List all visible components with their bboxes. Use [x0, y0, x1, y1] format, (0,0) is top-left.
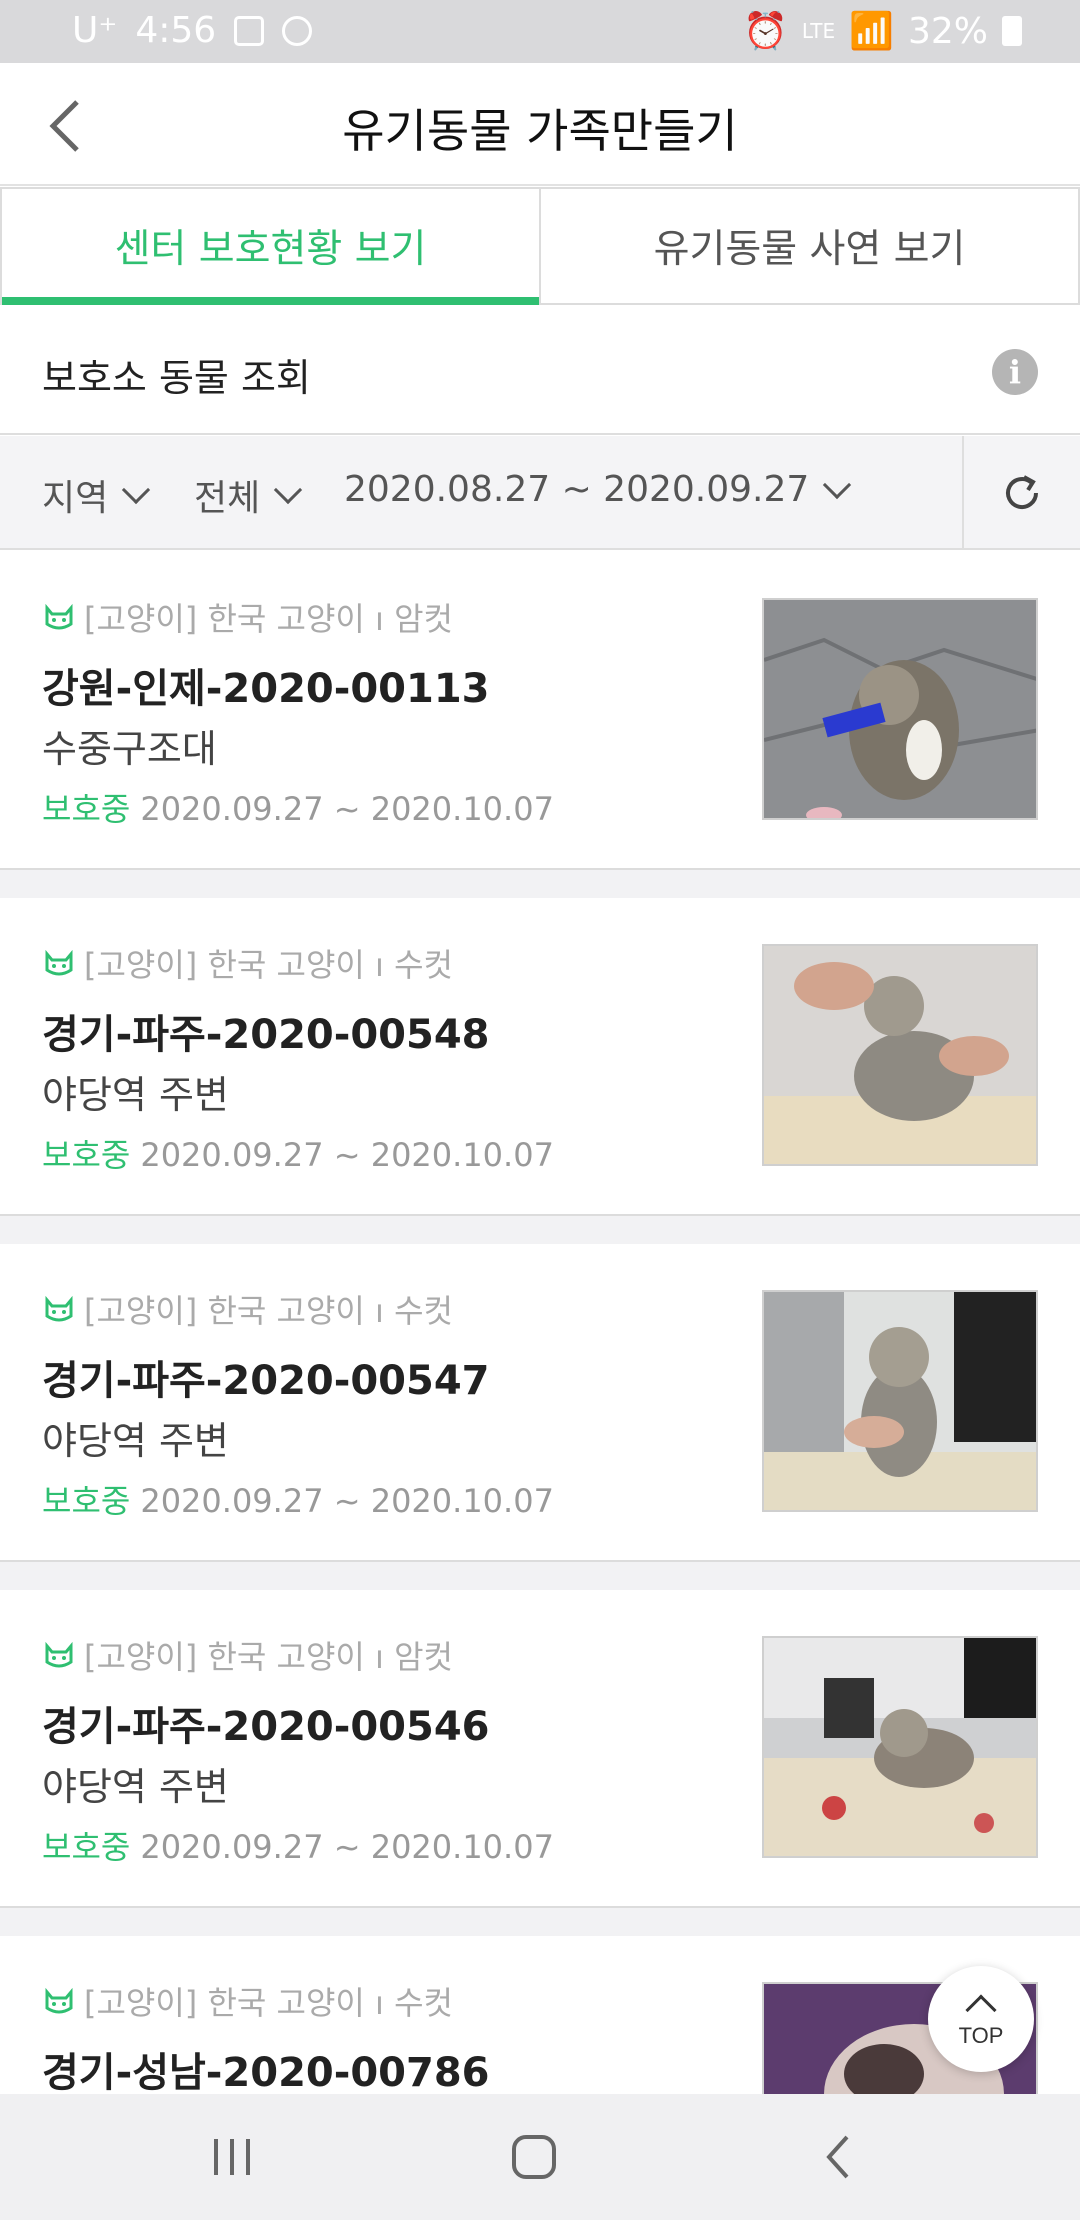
- divider: [0, 870, 1080, 898]
- chevron-up-icon: [965, 1994, 997, 2026]
- system-nav-bar: [0, 2094, 1080, 2220]
- tab-bar: 센터 보호현황 보기 유기동물 사연 보기: [0, 187, 1080, 305]
- animal-list: [고양이] 한국 고양이 ı 암컷 강원-인제-2020-00113 수중구조대…: [0, 552, 1080, 2220]
- animal-meta-text: [고양이] 한국 고양이 ı 수컷: [84, 946, 453, 984]
- region-filter[interactable]: 지역: [42, 469, 151, 521]
- date-range-label: 2020.08.27 ~ 2020.09.27: [344, 469, 810, 510]
- page-title: 유기동물 가족만들기: [342, 104, 738, 158]
- case-number: 경기-성남-2020-00786: [42, 2050, 490, 2096]
- notification-icon: [234, 15, 265, 46]
- alarm-icon: ⏰: [743, 11, 788, 52]
- protection-period: 보호중 2020.09.27 ~ 2020.10.07: [42, 1476, 554, 1522]
- list-item[interactable]: [고양이] 한국 고양이 ı 암컷 경기-파주-2020-00546 야당역 주…: [0, 1590, 1080, 1908]
- refresh-icon: [1006, 475, 1038, 509]
- period-text: 2020.09.27 ~ 2020.10.07: [140, 790, 554, 828]
- cat-icon: [45, 1641, 73, 1668]
- type-filter-label: 전체: [194, 478, 261, 519]
- animal-meta: [고양이] 한국 고양이 ı 수컷: [42, 1286, 453, 1332]
- scroll-top-button[interactable]: TOP: [928, 1966, 1034, 2072]
- status-badge: 보호중: [42, 790, 131, 828]
- filter-bar: 지역 전체 2020.08.27 ~ 2020.09.27: [0, 436, 1080, 550]
- found-place: 야당역 주변: [42, 1073, 229, 1117]
- type-filter[interactable]: 전체: [194, 469, 303, 521]
- animal-meta-text: [고양이] 한국 고양이 ı 수컷: [84, 1292, 453, 1330]
- chevron-down-icon: [823, 470, 852, 499]
- animal-photo: [762, 598, 1038, 820]
- date-range-filter[interactable]: 2020.08.27 ~ 2020.09.27: [344, 469, 852, 510]
- period-text: 2020.09.27 ~ 2020.10.07: [140, 1828, 554, 1866]
- tab-center-status[interactable]: 센터 보호현황 보기: [0, 187, 539, 305]
- section-header: 보호소 동물 조회 i: [0, 305, 1080, 435]
- case-number: 경기-파주-2020-00547: [42, 1358, 490, 1404]
- back-nav-button[interactable]: [798, 2124, 878, 2190]
- home-icon: [512, 2135, 556, 2179]
- list-item[interactable]: [고양이] 한국 고양이 ı 수컷 경기-파주-2020-00547 야당역 주…: [0, 1244, 1080, 1562]
- status-badge: 보호중: [42, 1828, 131, 1866]
- animal-meta-text: [고양이] 한국 고양이 ı 수컷: [84, 1984, 453, 2022]
- carrier-label: U⁺: [72, 10, 118, 51]
- divider: [0, 1216, 1080, 1244]
- found-place: 수중구조대: [42, 727, 217, 771]
- list-item[interactable]: [고양이] 한국 고양이 ı 수컷 경기-파주-2020-00548 야당역 주…: [0, 898, 1080, 1216]
- animal-meta: [고양이] 한국 고양이 ı 수컷: [42, 940, 453, 986]
- protection-period: 보호중 2020.09.27 ~ 2020.10.07: [42, 1130, 554, 1176]
- cat-icon: [45, 1295, 73, 1322]
- protection-period: 보호중 2020.09.27 ~ 2020.10.07: [42, 784, 554, 830]
- sync-icon: [282, 15, 313, 46]
- divider: [0, 1908, 1080, 1936]
- recent-apps-icon: [214, 2139, 250, 2175]
- period-text: 2020.09.27 ~ 2020.10.07: [140, 1482, 554, 1520]
- found-place: 야당역 주변: [42, 1419, 229, 1463]
- section-title: 보호소 동물 조회: [42, 356, 311, 400]
- signal-icon: 📶: [849, 11, 894, 52]
- cat-icon: [45, 603, 73, 630]
- back-icon: [826, 2135, 849, 2179]
- info-icon[interactable]: i: [992, 349, 1038, 395]
- animal-photo: [762, 1636, 1038, 1858]
- animal-meta: [고양이] 한국 고양이 ı 암컷: [42, 594, 453, 640]
- status-bar: U⁺ 4:56 ⏰ LTE 📶 32%: [0, 0, 1080, 63]
- cat-icon: [45, 949, 73, 976]
- animal-meta: [고양이] 한국 고양이 ı 수컷: [42, 1978, 453, 2024]
- list-item[interactable]: [고양이] 한국 고양이 ı 암컷 강원-인제-2020-00113 수중구조대…: [0, 552, 1080, 870]
- region-filter-label: 지역: [42, 478, 109, 519]
- found-place: 야당역 주변: [42, 1765, 229, 1809]
- animal-meta: [고양이] 한국 고양이 ı 암컷: [42, 1632, 453, 1678]
- status-badge: 보호중: [42, 1482, 131, 1520]
- app-header: 유기동물 가족만들기: [0, 63, 1080, 186]
- case-number: 강원-인제-2020-00113: [42, 666, 490, 712]
- tab-animal-stories[interactable]: 유기동물 사연 보기: [539, 187, 1080, 305]
- case-number: 경기-파주-2020-00548: [42, 1012, 490, 1058]
- animal-photo: [762, 944, 1038, 1166]
- chevron-down-icon: [122, 475, 151, 505]
- status-badge: 보호중: [42, 1136, 131, 1174]
- chevron-down-icon: [274, 475, 303, 505]
- refresh-button[interactable]: [962, 436, 1080, 550]
- cat-icon: [45, 1987, 73, 2014]
- clock: 4:56: [135, 10, 217, 51]
- network-type: LTE: [801, 19, 836, 43]
- animal-photo: [762, 1290, 1038, 1512]
- battery-level: 32%: [907, 10, 988, 52]
- battery-icon: [1002, 16, 1022, 46]
- animal-meta-text: [고양이] 한국 고양이 ı 암컷: [84, 600, 453, 638]
- case-number: 경기-파주-2020-00546: [42, 1704, 490, 1750]
- scroll-top-label: TOP: [958, 2023, 1004, 2048]
- protection-period: 보호중 2020.09.27 ~ 2020.10.07: [42, 1822, 554, 1868]
- home-button[interactable]: [494, 2124, 574, 2190]
- animal-meta-text: [고양이] 한국 고양이 ı 암컷: [84, 1638, 453, 1676]
- period-text: 2020.09.27 ~ 2020.10.07: [140, 1136, 554, 1174]
- recent-apps-button[interactable]: [192, 2124, 272, 2190]
- divider: [0, 1562, 1080, 1590]
